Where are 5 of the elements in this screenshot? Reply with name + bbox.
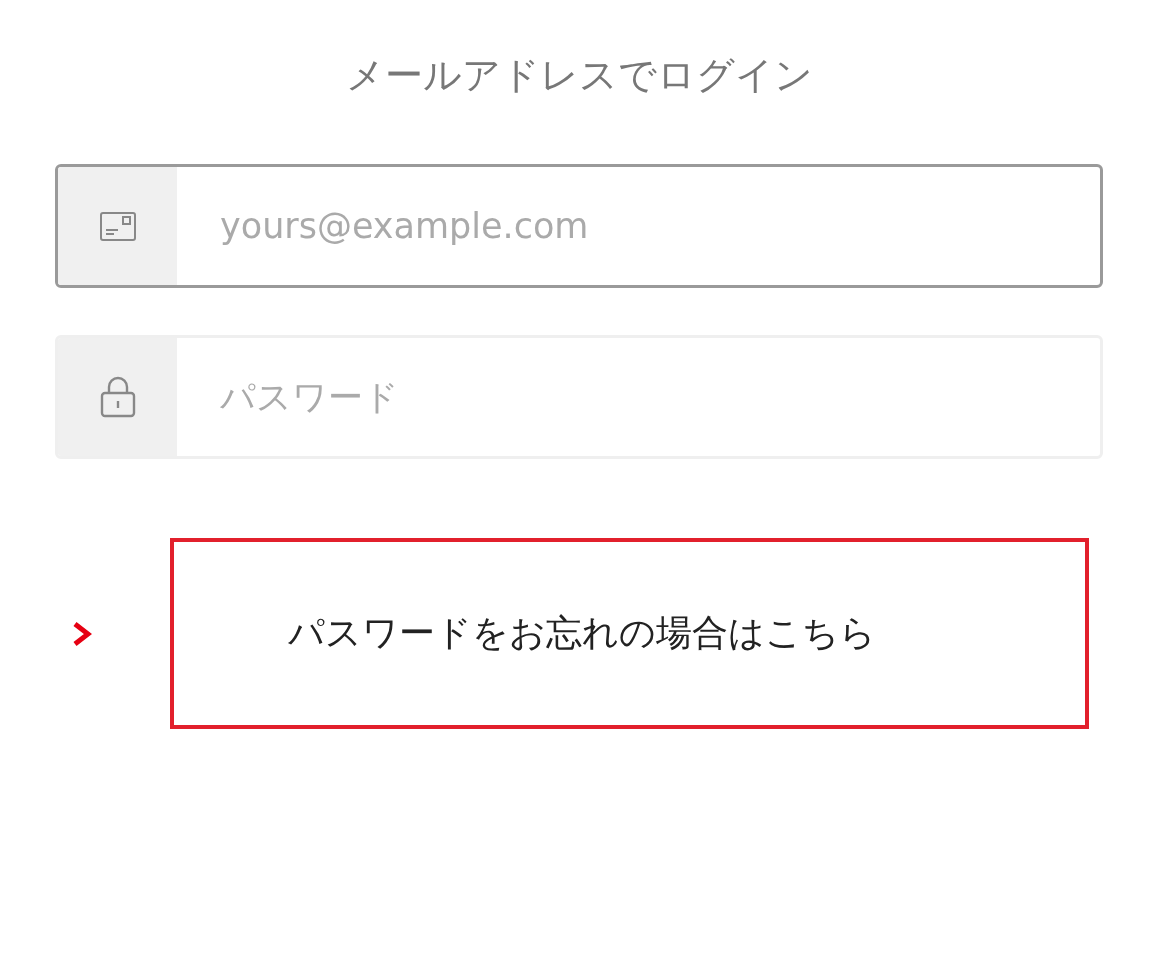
chevron-right-icon [72,620,92,647]
envelope-icon [99,211,136,241]
forgot-password-link[interactable]: パスワードをお忘れの場合はこちら [170,538,1089,729]
lock-icon [99,376,136,418]
login-title: メールアドレスでログイン [345,53,813,97]
